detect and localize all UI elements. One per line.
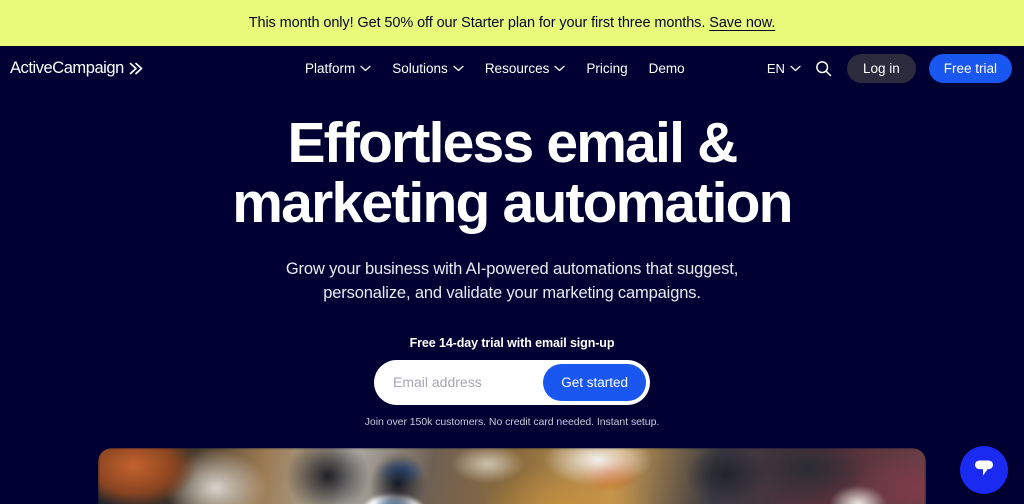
hero-photo <box>98 447 926 504</box>
brand-logo-text: ActiveCampaign <box>10 58 124 77</box>
promo-banner: This month only! Get 50% off our Starter… <box>0 0 1024 46</box>
signup-form: Free 14-day trial with email sign-up Get… <box>0 336 1024 428</box>
nav-item-solutions[interactable]: Solutions <box>392 61 464 76</box>
nav-item-demo[interactable]: Demo <box>649 61 685 76</box>
double-chevron-right-icon <box>129 62 144 75</box>
nav-item-pricing-label: Pricing <box>586 60 628 76</box>
language-selector[interactable]: EN <box>767 61 801 76</box>
free-trial-button[interactable]: Free trial <box>928 53 1012 83</box>
nav-links: Platform Solutions Resources Pricing Dem… <box>305 61 685 76</box>
chevron-down-icon <box>360 65 371 72</box>
login-button[interactable]: Log in <box>846 53 916 83</box>
main-navbar: ActiveCampaign Platform Solutions Resour… <box>0 46 1024 90</box>
hero-title: Effortless email & marketing automation <box>232 111 793 236</box>
hero-section: Effortless email & marketing automation … <box>0 90 1024 504</box>
hero-subtitle: Grow your business with AI-powered autom… <box>285 259 739 302</box>
email-input[interactable] <box>374 374 544 391</box>
chevron-down-icon <box>790 65 801 72</box>
nav-item-solutions-label: Solutions <box>392 60 448 76</box>
promo-save-now-link[interactable]: Save now. <box>709 15 775 31</box>
search-icon[interactable] <box>814 58 834 78</box>
brand-logo[interactable]: ActiveCampaign <box>10 59 144 78</box>
chevron-down-icon <box>554 65 565 72</box>
chat-bubble-icon <box>972 457 996 484</box>
language-selector-value: EN <box>766 60 785 76</box>
nav-actions: EN Log in Free trial <box>767 53 1012 83</box>
promo-banner-text: This month only! Get 50% off our Starter… <box>248 15 706 31</box>
signup-form-label: Free 14-day trial with email sign-up <box>409 335 615 350</box>
get-started-button[interactable]: Get started <box>543 363 646 401</box>
chat-widget-button[interactable] <box>960 446 1008 494</box>
nav-item-resources-label: Resources <box>484 60 550 76</box>
nav-item-platform[interactable]: Platform <box>305 61 371 76</box>
chevron-down-icon <box>453 65 464 72</box>
nav-item-demo-label: Demo <box>648 60 685 76</box>
signup-fineprint: Join over 150k customers. No credit card… <box>364 415 660 428</box>
nav-item-pricing[interactable]: Pricing <box>586 61 627 76</box>
hero-photo-image <box>98 447 926 504</box>
signup-input-group: Get started <box>374 359 650 405</box>
nav-item-platform-label: Platform <box>305 60 356 76</box>
nav-item-resources[interactable]: Resources <box>485 61 566 76</box>
